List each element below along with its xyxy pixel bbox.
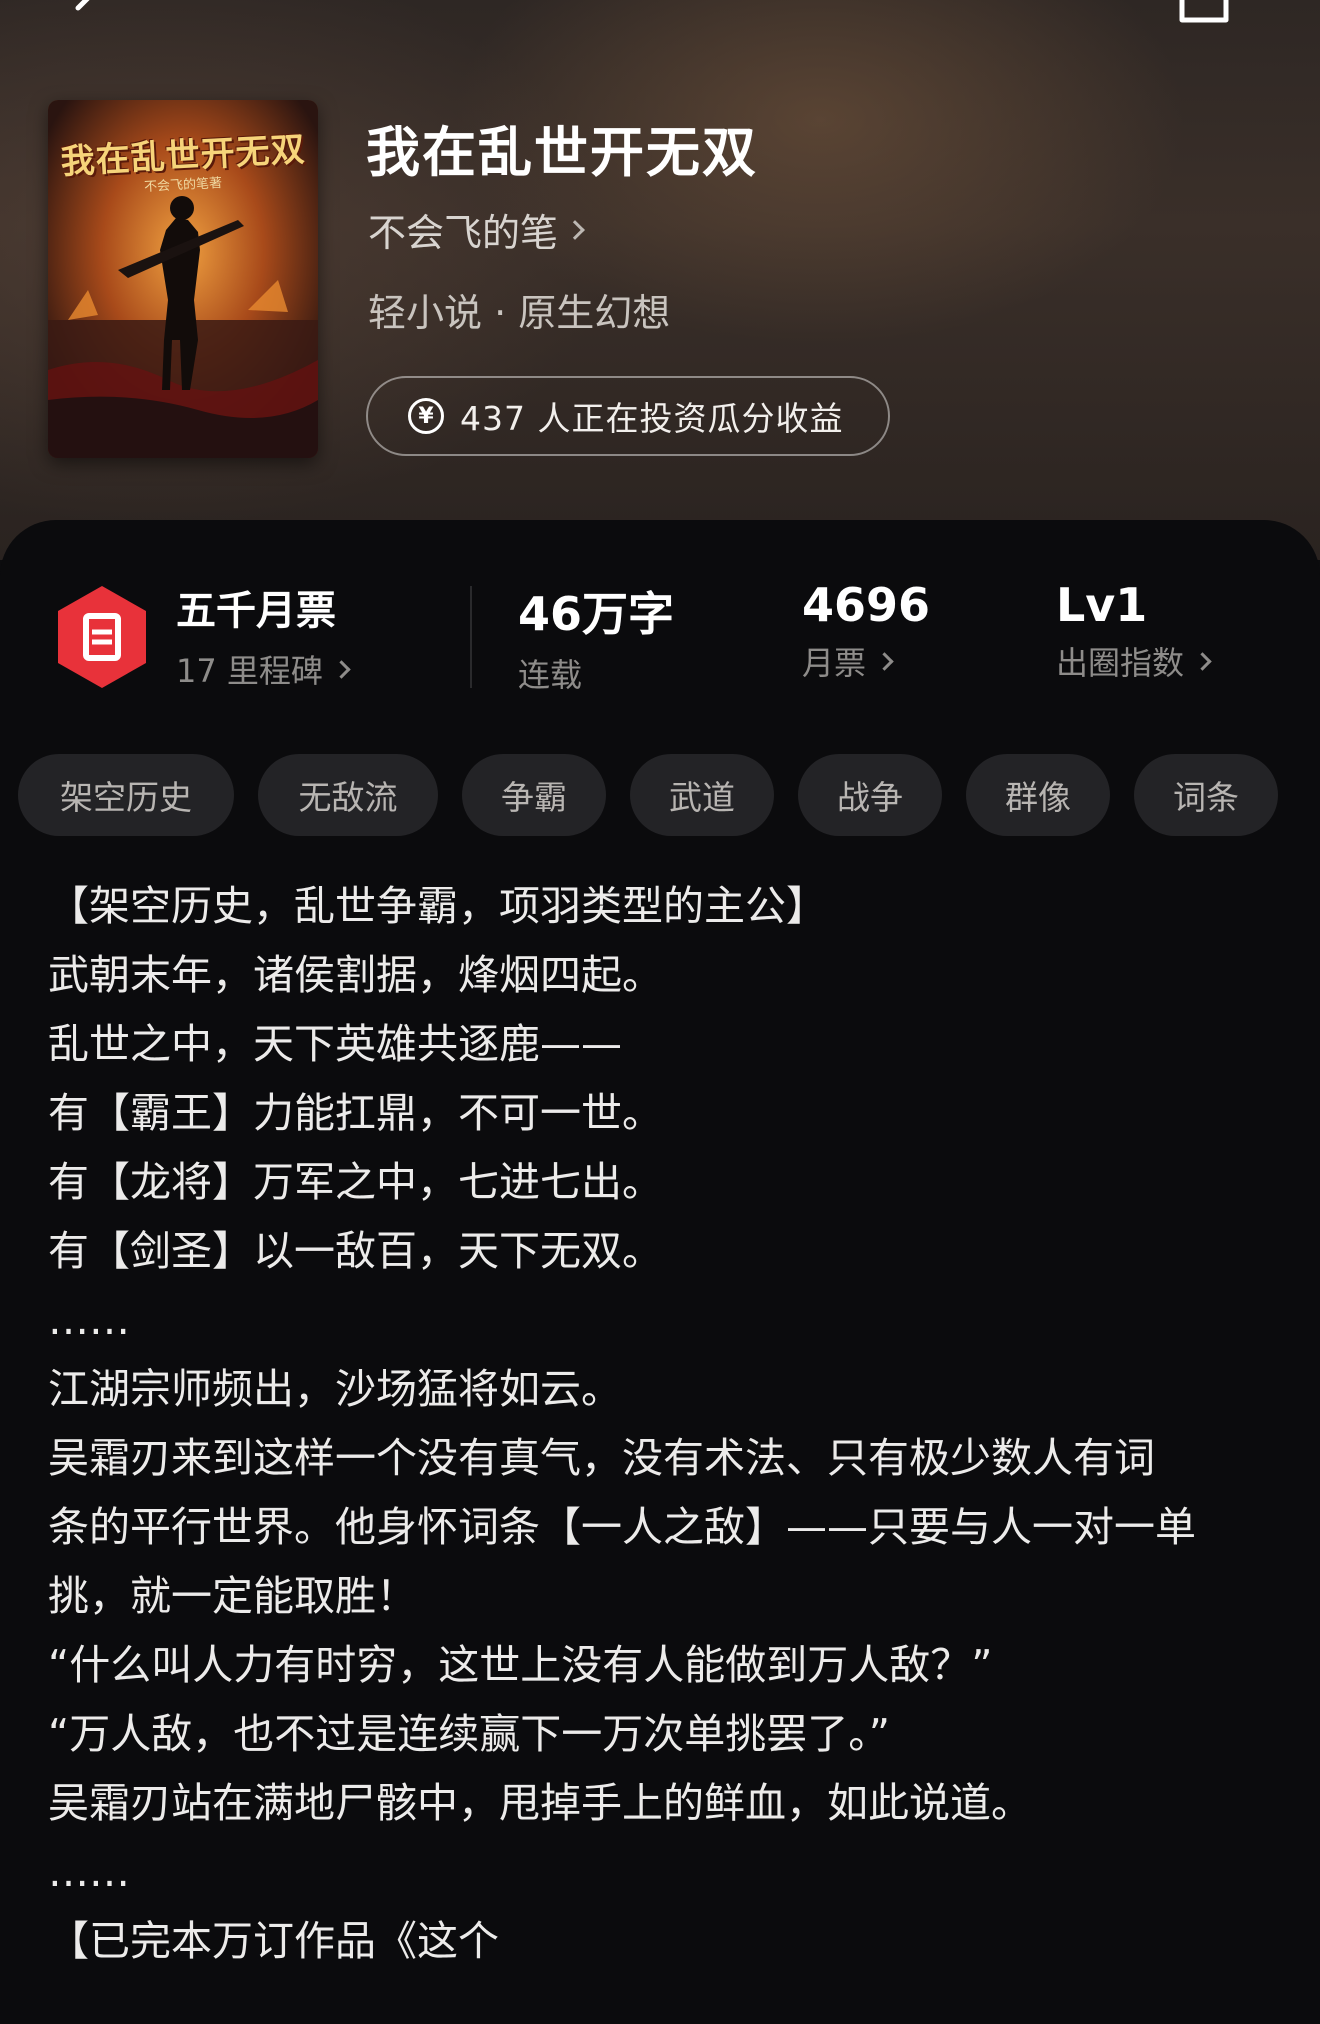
synopsis-line: 挑，就一定能取胜！: [48, 1572, 417, 1620]
author-link[interactable]: 不会飞的笔: [368, 202, 585, 257]
stat-votes-label: 月票: [802, 644, 867, 682]
synopsis-line: 有【龙将】万军之中，七进七出。: [48, 1158, 663, 1206]
monthly-ticket-icon[interactable]: [52, 584, 152, 690]
chevron-right-icon: [875, 651, 894, 671]
book-genre: 轻小说 · 原生幻想: [368, 291, 671, 335]
synopsis-line: 武朝末年，诸侯割据，烽烟四起。: [48, 951, 663, 999]
stat-votes-label-row: 月票: [802, 638, 930, 684]
tag-chip[interactable]: 战争: [798, 754, 942, 836]
stat-level[interactable]: Lv1 出圈指数: [1056, 578, 1212, 684]
synopsis-line: 有【剑圣】以一敌百，天下无双。: [48, 1227, 663, 1275]
synopsis-line: 条的平行世界。他身怀词条【一人之敌】——只要与人一对一单: [48, 1503, 1196, 1551]
tag-chip[interactable]: 架空历史: [18, 754, 234, 836]
chevron-right-icon: [1193, 651, 1212, 671]
stat-milestone-label: 17 里程碑: [176, 652, 323, 690]
tag-chip[interactable]: 群像: [966, 754, 1110, 836]
tag-chip[interactable]: 争霸: [462, 754, 606, 836]
stats-divider: [470, 586, 472, 688]
yen-icon: ¥: [408, 398, 444, 434]
synopsis[interactable]: 【架空历史，乱世争霸，项羽类型的主公】 武朝末年，诸侯割据，烽烟四起。 乱世之中…: [48, 872, 1288, 1976]
stat-level-value: Lv1: [1056, 578, 1148, 632]
synopsis-line: ……: [48, 1848, 130, 1896]
tag-list: 架空历史 无敌流 争霸 武道 战争 群像 词条: [18, 754, 1278, 836]
stat-milestone[interactable]: 五千月票 17 里程碑: [176, 578, 351, 692]
synopsis-line: 吴霜刃站在满地尸骸中，甩掉手上的鲜血，如此说道。: [48, 1779, 1032, 1827]
synopsis-line-text: 【已完本万订作品《这个: [48, 1917, 499, 1965]
stat-level-label-row: 出圈指数: [1056, 638, 1212, 684]
synopsis-line: 有【霸王】力能扛鼎，不可一世。: [48, 1089, 663, 1137]
stat-level-label: 出圈指数: [1056, 644, 1185, 682]
synopsis-line: 乱世之中，天下英雄共逐鹿——: [48, 1020, 622, 1068]
synopsis-line: 江湖宗师频出，沙场猛将如云。: [48, 1365, 622, 1413]
synopsis-line: “万人敌，也不过是连续赢下一万次单挑罢了。”: [48, 1710, 890, 1758]
invest-button[interactable]: ¥ 437 人正在投资瓜分收益: [366, 376, 890, 456]
stat-words-label: 连载: [518, 656, 583, 694]
stat-words-label-row: 连载: [518, 650, 674, 696]
synopsis-line: “什么叫人力有时穷，这世上没有人能做到万人敌？”: [48, 1641, 993, 1689]
stat-votes-value: 4696: [802, 578, 931, 632]
tag-chip[interactable]: 无敌流: [258, 754, 438, 836]
synopsis-line: 【架空历史，乱世争霸，项羽类型的主公】: [48, 882, 827, 930]
synopsis-line-truncated: 【已完本万订作品《这个: [48, 1907, 1288, 1976]
synopsis-line: ……: [48, 1296, 130, 1344]
stat-words: 46万字 连载: [518, 578, 674, 696]
chevron-right-icon: [332, 659, 351, 679]
stat-words-value: 46万字: [518, 587, 675, 641]
book-title: 我在乱世开无双: [366, 121, 758, 184]
chevron-right-icon: [565, 219, 585, 240]
fade-overlay: [508, 1907, 1208, 1976]
book-cover[interactable]: 我在乱世开无双 不会飞的笔著: [48, 100, 318, 458]
synopsis-line: 吴霜刃来到这样一个没有真气，没有术法、只有极少数人有词: [48, 1434, 1155, 1482]
stat-milestone-label-row: 17 里程碑: [176, 646, 351, 692]
share-icon[interactable]: [1176, 0, 1232, 26]
tag-chip[interactable]: 词条: [1134, 754, 1278, 836]
author-name: 不会飞的笔: [368, 211, 559, 255]
stat-votes[interactable]: 4696 月票: [802, 578, 930, 684]
stat-milestone-value: 五千月票: [176, 588, 336, 634]
invest-label: 437 人正在投资瓜分收益: [460, 399, 844, 438]
tag-chip[interactable]: 武道: [630, 754, 774, 836]
back-icon[interactable]: [66, 0, 110, 30]
